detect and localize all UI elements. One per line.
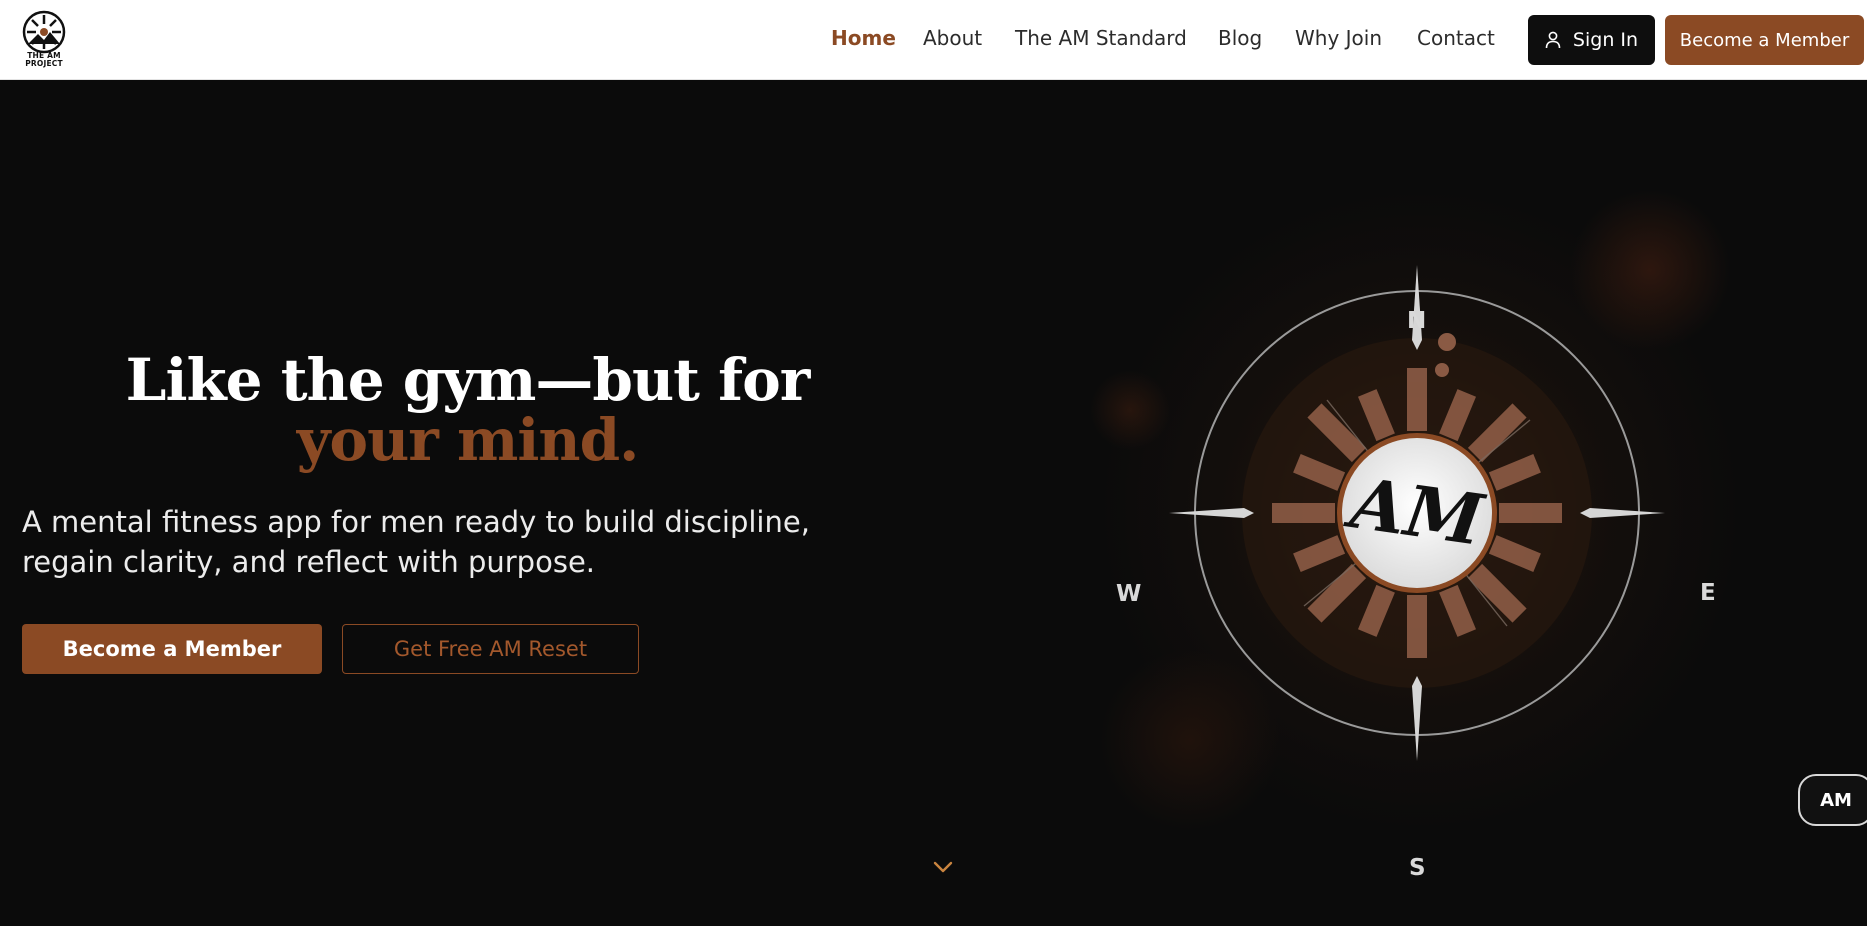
compass-logo-icon [22,10,66,54]
free-am-reset-button[interactable]: Get Free AM Reset [342,624,639,674]
nav-contact[interactable]: Contact [1417,26,1495,50]
nav-about[interactable]: About [923,26,982,50]
hero-headline: Like the gym—but for your mind. [0,350,935,470]
become-member-button[interactable]: Become a Member [22,624,322,674]
nav-become-member-button[interactable]: Become a Member [1665,15,1864,65]
sign-in-button[interactable]: Sign In [1528,15,1655,65]
compass-east-label: E [1700,580,1716,606]
compass-ray [1407,595,1427,658]
compass-ray [1499,503,1562,523]
nav-why-join[interactable]: Why Join [1295,26,1382,50]
headline-line-1: Like the gym—but for [125,346,811,414]
user-icon [1545,31,1561,49]
nav-blog[interactable]: Blog [1218,26,1262,50]
top-navbar: THE AM PROJECT Home About The AM Standar… [0,0,1867,80]
hero-section: Like the gym—but for your mind. A mental… [0,80,1867,926]
compass-graphic: AM N S E W [1100,220,1740,881]
compass-north-label: N [1407,308,1427,334]
nav-home[interactable]: Home [831,26,896,50]
compass-ray [1272,503,1335,523]
headline-accent: your mind. [296,406,640,474]
chevron-down-icon[interactable] [932,860,954,874]
chat-widget-button[interactable]: AM [1798,774,1867,826]
compass-south-label: S [1409,855,1426,881]
compass-ray [1407,368,1427,431]
compass-west-label: W [1116,581,1142,607]
logo-wordmark: THE AM PROJECT [25,51,63,68]
brand-logo[interactable]: THE AM PROJECT [22,10,66,70]
sign-in-label: Sign In [1572,29,1639,51]
nav-am-standard[interactable]: The AM Standard [1015,26,1187,50]
hero-subtext: A mental fitness app for men ready to bu… [22,505,810,579]
